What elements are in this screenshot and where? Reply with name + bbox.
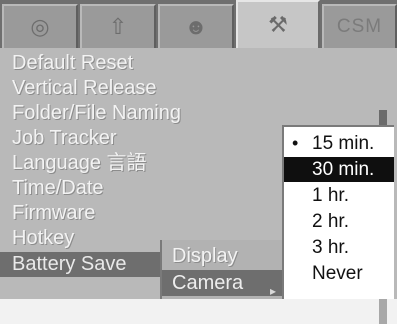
menu-item-firmware[interactable]: Firmware	[12, 201, 95, 226]
menu-item-default-reset[interactable]: Default Reset	[12, 51, 133, 76]
tab-csm[interactable]: CSM	[322, 4, 397, 48]
option-3-hr[interactable]: 3 hr.	[284, 235, 394, 260]
submenu-item-camera[interactable]: Camera ▸	[162, 270, 282, 298]
menu-item-battery-save[interactable]: Battery Save	[0, 252, 167, 277]
tab-setup[interactable]: ⚒	[236, 0, 320, 48]
portrait-icon: ☻	[184, 14, 208, 39]
submenu-item-display[interactable]: Display	[172, 243, 238, 269]
menu-item-hotkey[interactable]: Hotkey	[12, 226, 74, 251]
menu-tab-strip: ◎ ⇧ ☻ ⚒ CSM	[0, 0, 397, 48]
submenu-item-camera-label: Camera	[172, 272, 244, 294]
option-2-hr-label: 2 hr.	[312, 211, 349, 232]
battery-save-submenu: Display Camera ▸	[160, 240, 282, 299]
menu-item-vertical-release[interactable]: Vertical Release	[12, 76, 157, 101]
option-30-min-label: 30 min.	[312, 159, 375, 180]
tab-csm-label: CSM	[336, 16, 383, 37]
camera-icon: ◎	[30, 14, 50, 39]
option-never-label: Never	[312, 263, 363, 284]
option-15-min[interactable]: • 15 min.	[284, 131, 394, 156]
option-never[interactable]: Never	[284, 261, 394, 286]
tab-portrait[interactable]: ☻	[158, 4, 234, 48]
camera-menu-screen: ◎ ⇧ ☻ ⚒ CSM Default Reset Vertical Relea…	[0, 0, 397, 324]
option-15-min-label: 15 min.	[312, 133, 375, 154]
upload-icon: ⇧	[108, 14, 128, 39]
option-1-hr[interactable]: 1 hr.	[284, 183, 394, 208]
wrench-icon: ⚒	[268, 12, 288, 37]
menu-item-language[interactable]: Language 言語	[12, 151, 147, 176]
option-2-hr[interactable]: 2 hr.	[284, 209, 394, 234]
menu-item-folder-file-naming[interactable]: Folder/File Naming	[12, 101, 181, 126]
option-3-hr-label: 3 hr.	[312, 237, 349, 258]
timeout-options-list: • 15 min. 30 min. 1 hr. 2 hr. 3 hr. Neve…	[282, 125, 394, 299]
tab-camera[interactable]: ◎	[2, 4, 78, 48]
current-selection-bullet: •	[292, 133, 299, 153]
option-30-min[interactable]: 30 min.	[284, 157, 394, 182]
menu-item-time-date[interactable]: Time/Date	[12, 176, 104, 201]
option-1-hr-label: 1 hr.	[312, 185, 349, 206]
chevron-right-icon: ▸	[269, 284, 276, 298]
menu-item-job-tracker[interactable]: Job Tracker	[12, 126, 116, 151]
tab-playback[interactable]: ⇧	[80, 4, 156, 48]
